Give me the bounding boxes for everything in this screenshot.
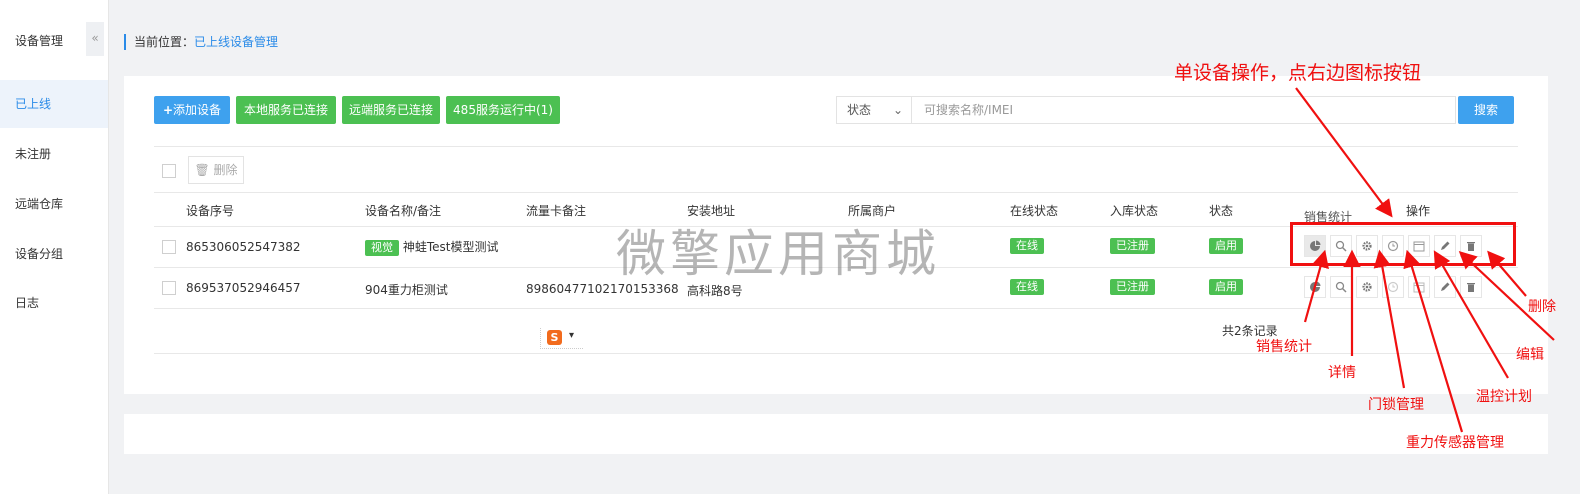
annotation-sensor: 重力传感器管理: [1406, 435, 1504, 451]
annotation-detail: 详情: [1328, 365, 1356, 381]
annotation-lock: 门锁管理: [1368, 397, 1424, 413]
annotation-delete: 删除: [1528, 299, 1556, 315]
annotation-sales: 销售统计: [1256, 339, 1312, 355]
annotation-temp: 温控计划: [1476, 389, 1532, 405]
annotation-edit: 编辑: [1516, 347, 1544, 363]
annotation-headline: 单设备操作，点右边图标按钮: [1174, 62, 1422, 84]
